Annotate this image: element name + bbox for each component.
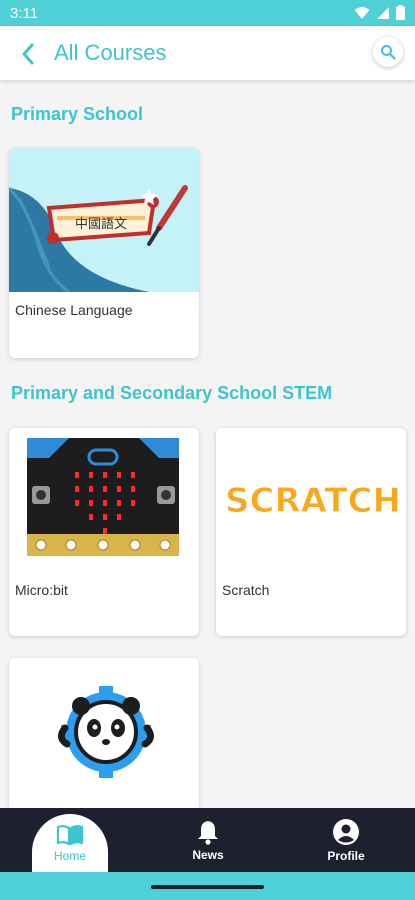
status-icons	[354, 5, 405, 20]
back-arrow-icon	[22, 43, 34, 65]
search-button[interactable]	[373, 37, 403, 67]
course-list[interactable]: Primary School 中國語文 Chinese Language Pri…	[0, 80, 415, 808]
back-button[interactable]	[14, 40, 42, 68]
system-navigation-bar	[0, 872, 415, 900]
account-icon	[333, 818, 359, 845]
book-icon	[56, 824, 84, 845]
course-label: Chinese Language	[15, 302, 133, 318]
page-title: All Courses	[54, 40, 167, 65]
search-icon	[381, 45, 396, 60]
chinese-course-image-text: 中國語文	[75, 216, 127, 232]
nav-news-tab[interactable]: News	[163, 808, 253, 872]
nav-home-label: Home	[53, 848, 86, 863]
wifi-icon	[354, 6, 370, 19]
course-label: Micro:bit	[15, 582, 68, 598]
course-card-scratch[interactable]: SCRATCH Scratch	[216, 428, 406, 636]
course-card-microbit[interactable]: Micro:bit	[9, 428, 199, 636]
home-gesture-handle[interactable]	[151, 885, 264, 889]
nav-profile-label: Profile	[327, 848, 365, 863]
course-card-robot[interactable]	[9, 658, 199, 808]
nav-news-label: News	[192, 847, 224, 862]
bell-icon	[198, 820, 218, 845]
panda-robot-course-image	[9, 658, 199, 802]
nav-home-tab[interactable]: Home	[32, 814, 108, 872]
course-label: Scratch	[222, 582, 270, 598]
signal-icon	[377, 6, 389, 19]
section-title-stem: Primary and Secondary School STEM	[11, 383, 333, 403]
microbit-course-image	[9, 428, 199, 572]
scratch-course-image: SCRATCH	[216, 428, 406, 572]
scratch-logo-text: SCRATCH	[225, 481, 401, 521]
course-card-chinese[interactable]: 中國語文 Chinese Language	[9, 148, 199, 358]
status-time: 3:11	[10, 5, 39, 22]
status-bar: 3:11	[0, 0, 415, 26]
section-title-primary: Primary School	[11, 104, 144, 124]
battery-icon	[396, 5, 405, 20]
app-bar: All Courses	[0, 26, 415, 80]
chinese-course-image: 中國語文	[9, 148, 199, 292]
nav-profile-tab[interactable]: Profile	[301, 808, 391, 872]
bottom-navigation: Home News Profile	[0, 808, 415, 872]
